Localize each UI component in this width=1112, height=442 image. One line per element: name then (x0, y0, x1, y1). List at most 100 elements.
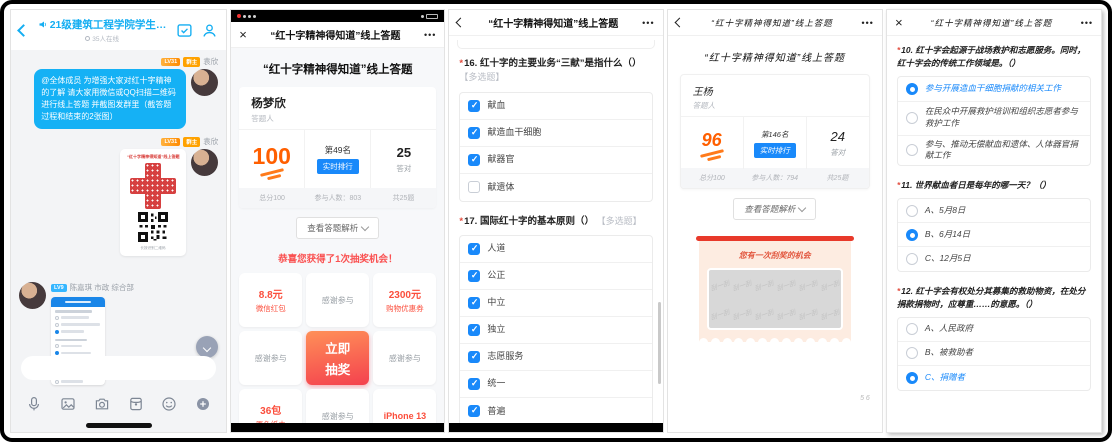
question-title: *10. 红十字会起源于战场救护和志愿服务。同时，红十字会的传统工作领域是。（） (897, 44, 1091, 70)
checkbox-checked-icon[interactable] (468, 297, 480, 309)
radio-selected-icon[interactable] (906, 229, 918, 241)
checkbox-option[interactable]: 独立 (460, 317, 651, 344)
radio-selected-icon[interactable] (906, 372, 918, 384)
radio-option[interactable]: A、5月8日 (898, 199, 1090, 223)
option-label: 公正 (487, 269, 505, 282)
radio-unselected-icon[interactable] (906, 144, 918, 156)
score-value: 96 (702, 131, 722, 149)
online-dot-icon (85, 36, 90, 41)
browser-navbar: “红十字精神得知道”线上答题 ••• (449, 10, 662, 36)
checkbox-option[interactable]: 献器官 (460, 147, 651, 174)
avatar[interactable] (191, 69, 218, 96)
message-input[interactable] (21, 356, 216, 380)
radio-option[interactable]: B、6月14日 (898, 223, 1090, 247)
more-menu-icon[interactable]: ••• (642, 18, 654, 28)
checkbox-checked-icon[interactable] (468, 324, 480, 336)
radio-option[interactable]: B、被救助者 (898, 342, 1090, 366)
radio-option[interactable]: 参与、推动无偿献血和遗体、人体器官捐献工作 (898, 136, 1090, 166)
view-analysis-button[interactable]: 查看答题解析 (296, 217, 379, 239)
radio-option[interactable]: 参与开展造血干细胞捐献的相关工作 (898, 77, 1090, 102)
radio-option[interactable]: C、捐赠者 (898, 366, 1090, 390)
close-icon[interactable]: × (239, 28, 247, 41)
view-analysis-label: 查看答题解析 (744, 203, 795, 215)
option-label: C、12月5日 (925, 253, 971, 265)
checkbox-option[interactable]: 公正 (460, 263, 651, 290)
page-title: “红十字精神得知道”线上答题 (668, 36, 882, 74)
view-analysis-button[interactable]: 查看答题解析 (733, 198, 816, 220)
checkbox-checked-icon[interactable] (468, 378, 480, 390)
draw-now-button[interactable]: 立即抽奖 (306, 331, 369, 385)
checkbox-option[interactable]: 人道 (460, 236, 651, 263)
page-nav-title: “红十字精神得知道”线上答题 (683, 17, 862, 29)
camera-icon[interactable] (94, 396, 110, 412)
scratch-card[interactable]: 您有一次刮奖的机会 刮一刮刮一刮刮一刮 刮一刮刮一刮刮一刮 刮一刮刮一刮刮一刮 … (699, 236, 851, 342)
scrollbar[interactable] (658, 302, 661, 384)
radio-selected-icon[interactable] (906, 83, 918, 95)
checkbox-option[interactable]: 献血 (460, 93, 651, 120)
checkbox-option[interactable]: 普遍 (460, 398, 651, 425)
option-label: 献遗体 (487, 181, 514, 194)
correct-count: 25 (397, 145, 411, 160)
score-underline-swoosh (700, 149, 724, 158)
answerer-name: 王杨 (693, 83, 857, 98)
checkbox-checked-icon[interactable] (468, 154, 480, 166)
score-underline-swoosh (260, 168, 284, 177)
checkbox-option[interactable]: 中立 (460, 290, 651, 317)
radio-option[interactable]: 在民众中开展救护培训和组织志愿者参与救护工作 (898, 102, 1090, 136)
option-label: 献器官 (487, 153, 514, 166)
avatar[interactable] (191, 149, 218, 176)
checkbox-checked-icon[interactable] (468, 351, 480, 363)
answerer-label: 答题人 (693, 100, 857, 111)
option-list: 参与开展造血干细胞捐献的相关工作 在民众中开展救护培训和组织志愿者参与救护工作 … (897, 76, 1091, 167)
live-ranking-button[interactable]: 实时排行 (317, 159, 359, 174)
close-icon[interactable]: × (895, 16, 903, 29)
radio-unselected-icon[interactable] (906, 323, 918, 335)
radio-option[interactable]: C、12月5日 (898, 247, 1090, 271)
checkbox-checked-icon[interactable] (468, 405, 480, 417)
contacts-icon[interactable] (201, 22, 218, 39)
option-label: 志愿服务 (487, 350, 523, 363)
view-analysis-label: 查看答题解析 (307, 222, 358, 234)
radio-unselected-icon[interactable] (906, 112, 918, 124)
checkbox-option[interactable]: 统一 (460, 371, 651, 398)
red-packet-icon[interactable] (128, 396, 144, 412)
more-menu-icon[interactable]: ••• (861, 18, 873, 28)
checkbox-option[interactable]: 献遗体 (460, 174, 651, 201)
avatar[interactable] (19, 282, 46, 309)
bottom-bezel (231, 423, 444, 432)
previous-card-edge (457, 40, 654, 49)
calendar-check-icon[interactable] (176, 22, 193, 39)
radio-unselected-icon[interactable] (906, 347, 918, 359)
message-meta: LV31 群主 袁欣 (19, 136, 218, 147)
checkbox-checked-icon[interactable] (468, 270, 480, 282)
checkbox-checked-icon[interactable] (468, 100, 480, 112)
chat-title[interactable]: 21级建筑工程学院学生… (28, 17, 176, 32)
question-title: *11. 世界献血者日是每年的哪一天？（） (897, 179, 1091, 192)
checkbox-option[interactable]: 献造血干细胞 (460, 120, 651, 147)
radio-unselected-icon[interactable] (906, 253, 918, 265)
chat-bubble[interactable]: @全体成员 为增强大家对红十字精神的了解 请大家用微信或QQ扫描二维码 进行线上… (34, 69, 186, 129)
multi-select-tag: 【多选题】 (459, 72, 504, 82)
checkbox-checked-icon[interactable] (468, 243, 480, 255)
emoji-icon[interactable] (161, 396, 177, 412)
phone-screenshot-quiz-questions: “红十字精神得知道”线上答题 ••• *16. 红十字的主要业务“三献”是指什么… (448, 9, 663, 433)
level-badge: LV31 (161, 138, 180, 146)
plus-icon[interactable] (195, 396, 211, 412)
microphone-icon[interactable] (26, 396, 42, 412)
more-menu-icon[interactable]: ••• (1081, 18, 1093, 28)
checkbox-option[interactable]: 志愿服务 (460, 344, 651, 371)
radio-option[interactable]: A、人民政府 (898, 318, 1090, 342)
qr-share-card[interactable]: “红十字精神得知道”线上答题 (120, 149, 186, 256)
checkbox-checked-icon[interactable] (468, 127, 480, 139)
option-label: 统一 (487, 377, 505, 390)
rank-value: 第49名 (325, 144, 351, 156)
live-ranking-button[interactable]: 实时排行 (754, 143, 796, 158)
image-icon[interactable] (60, 396, 76, 412)
scratch-area[interactable]: 刮一刮刮一刮刮一刮 刮一刮刮一刮刮一刮 刮一刮刮一刮刮一刮 刮一刮刮一刮刮一刮 (707, 268, 843, 330)
option-label: B、被救助者 (925, 347, 973, 359)
more-menu-icon[interactable]: ••• (424, 30, 436, 40)
checkbox-unchecked-icon[interactable] (468, 181, 480, 193)
owner-badge: 群主 (183, 137, 200, 147)
radio-unselected-icon[interactable] (906, 205, 918, 217)
footer-note: 5 6 (860, 395, 870, 402)
